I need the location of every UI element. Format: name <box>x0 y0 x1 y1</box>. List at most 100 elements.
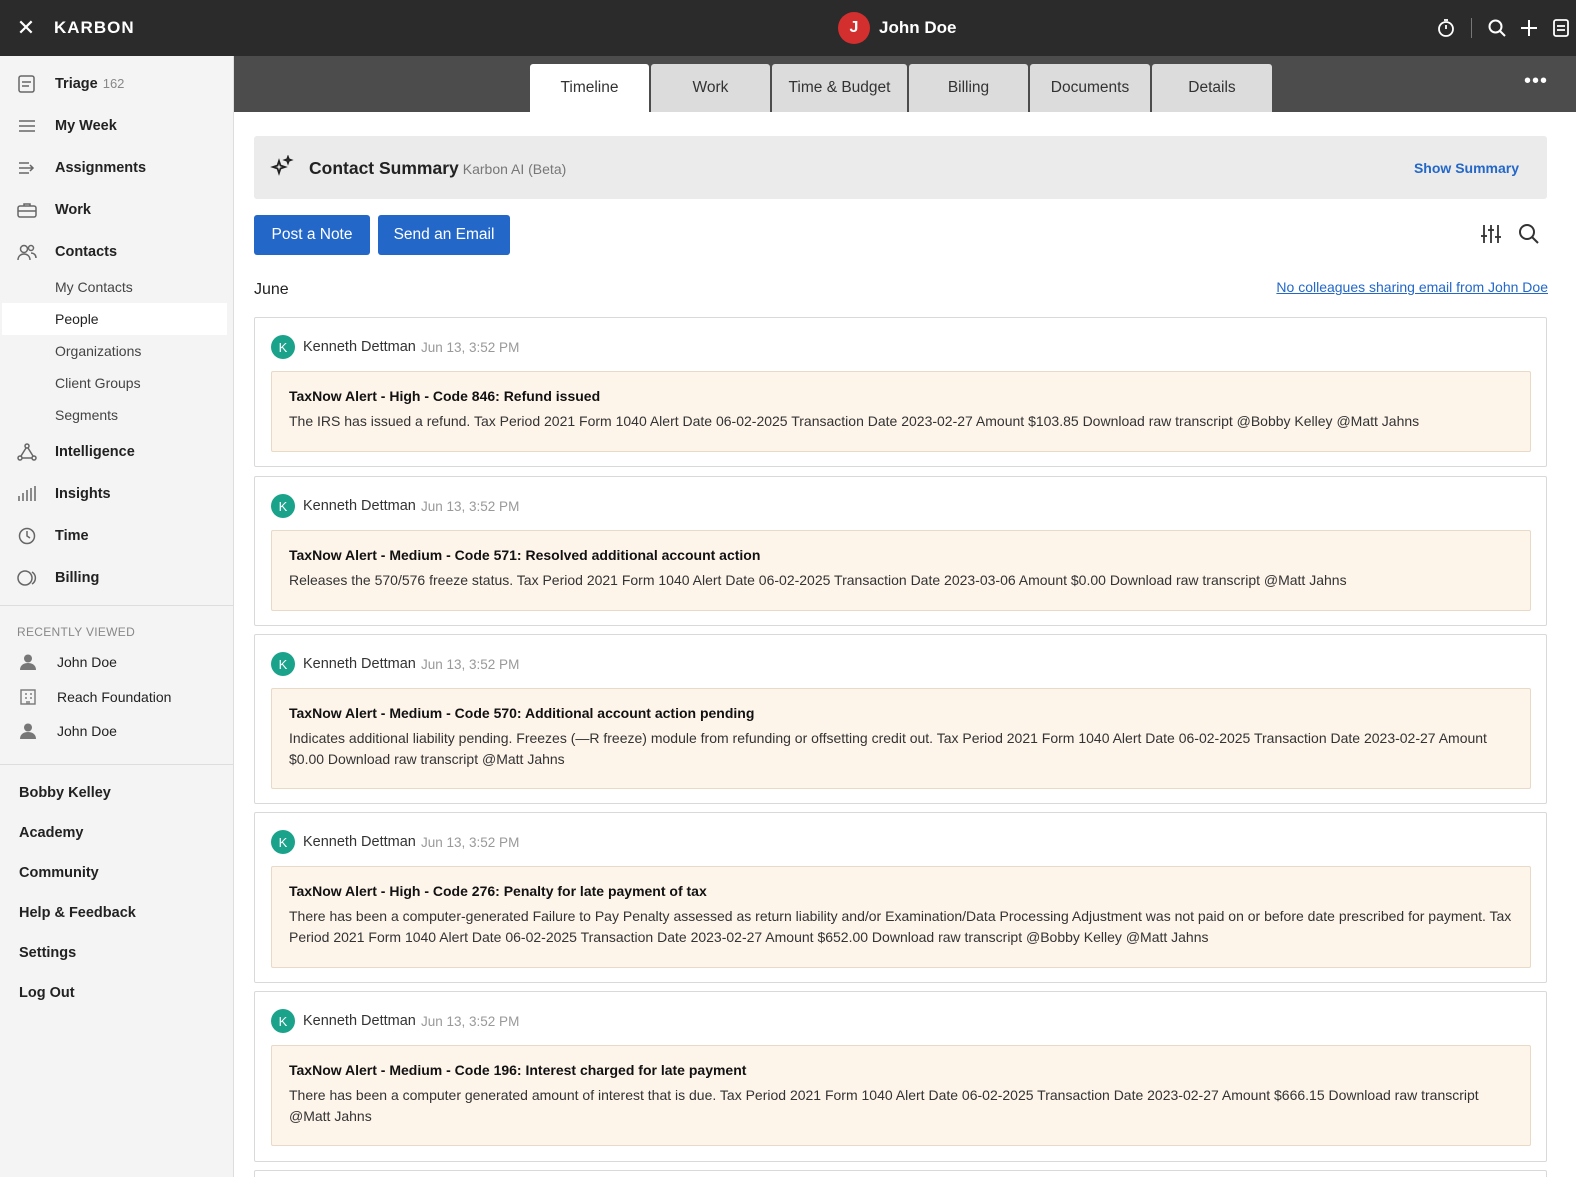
nav-billing[interactable]: Billing <box>0 560 233 596</box>
tab-billing[interactable]: Billing <box>909 64 1028 112</box>
sub-organizations[interactable]: Organizations <box>2 335 227 367</box>
author-avatar: K <box>271 830 295 854</box>
nav-label: My Week <box>55 118 117 134</box>
recent-label: John Doe <box>57 654 117 670</box>
post-note-button[interactable]: Post a Note <box>254 215 370 255</box>
tab-timeline[interactable]: Timeline <box>530 64 649 112</box>
alert-body: The IRS has issued a refund. Tax Period … <box>289 413 1420 429</box>
author-name: Kenneth Dettman <box>303 834 416 850</box>
help-feedback-link[interactable]: Help & Feedback <box>19 905 136 921</box>
briefcase-icon <box>17 203 37 218</box>
tab-work[interactable]: Work <box>651 64 770 112</box>
tab-details[interactable]: Details <box>1152 64 1272 112</box>
nav-triage[interactable]: Triage 162 <box>0 66 233 102</box>
top-bar: ✕ KARBON J John Doe <box>0 0 1576 56</box>
clock-icon <box>18 527 36 545</box>
filter-icon[interactable] <box>1479 222 1503 246</box>
community-link[interactable]: Community <box>19 865 99 881</box>
settings-link[interactable]: Settings <box>19 945 76 961</box>
timestamp: Jun 13, 3:52 PM <box>421 499 520 514</box>
recent-label: John Doe <box>57 723 117 739</box>
nav-intelligence[interactable]: Intelligence <box>0 434 233 470</box>
nav-label: Contacts <box>55 244 118 260</box>
contacts-icon <box>17 244 37 261</box>
alert-body: Indicates additional liability pending. … <box>289 730 1487 767</box>
alert-body: There has been a computer-generated Fail… <box>289 908 1512 945</box>
sub-client-groups[interactable]: Client Groups <box>2 367 227 399</box>
add-icon[interactable] <box>1518 14 1540 42</box>
nav-label: Triage 162 <box>55 76 125 92</box>
sub-segments[interactable]: Segments <box>2 399 227 431</box>
more-options-icon[interactable]: ••• <box>1522 70 1550 98</box>
author-name: Kenneth Dettman <box>303 498 416 514</box>
recent-item[interactable]: Reach Foundation <box>0 681 233 713</box>
nav-assignments[interactable]: Assignments <box>0 150 233 186</box>
author-name: Kenneth Dettman <box>303 656 416 672</box>
timeline-card[interactable]: K Kenneth Dettman Jun 13, 3:52 PM TaxNow… <box>254 317 1547 467</box>
sidebar: Triage 162 My Week Assignments Work Conta… <box>0 56 234 1177</box>
nav-work[interactable]: Work <box>0 192 233 228</box>
timeline-search-icon[interactable] <box>1517 222 1541 246</box>
author-name: Kenneth Dettman <box>303 339 416 355</box>
recent-item[interactable]: John Doe <box>0 715 233 747</box>
alert-title: TaxNow Alert - Medium - Code 571: Resolv… <box>289 547 761 563</box>
timeline-card[interactable]: K Kenneth Dettman Jun 13, 3:52 PM TaxNow… <box>254 812 1547 983</box>
sidebar-divider <box>0 605 234 606</box>
summary-title: Contact Summary Karbon AI (Beta) <box>309 158 567 178</box>
building-icon <box>20 689 36 705</box>
timestamp: Jun 13, 3:52 PM <box>421 1014 520 1029</box>
alert-title: TaxNow Alert - High - Code 846: Refund i… <box>289 388 601 404</box>
alert-title: TaxNow Alert - Medium - Code 570: Additi… <box>289 705 755 721</box>
alert-title: TaxNow Alert - Medium - Code 196: Intere… <box>289 1062 747 1078</box>
logout-link[interactable]: Log Out <box>19 985 75 1001</box>
toolbar-divider <box>1471 18 1472 38</box>
author-avatar: K <box>271 652 295 676</box>
nav-contacts[interactable]: Contacts <box>0 234 233 270</box>
sub-people[interactable]: People <box>2 303 227 335</box>
send-email-button[interactable]: Send an Email <box>378 215 510 255</box>
alert-title: TaxNow Alert - High - Code 276: Penalty … <box>289 883 707 899</box>
show-summary-link[interactable]: Show Summary <box>1414 160 1519 176</box>
close-icon[interactable]: ✕ <box>14 16 38 40</box>
search-icon[interactable] <box>1486 14 1508 42</box>
timeline-card[interactable]: K Kenneth Dettman Jun 13, 3:52 PM TaxNow… <box>254 634 1547 804</box>
timestamp: Jun 13, 3:52 PM <box>421 340 520 355</box>
nav-label: Work <box>55 202 91 218</box>
sub-my-contacts[interactable]: My Contacts <box>2 271 227 303</box>
recent-item[interactable]: John Doe <box>0 646 233 678</box>
notes-icon[interactable] <box>1550 14 1572 42</box>
tab-time-budget[interactable]: Time & Budget <box>772 64 907 112</box>
author-avatar: K <box>271 494 295 518</box>
triage-count: 162 <box>102 76 125 91</box>
nav-label: Intelligence <box>55 444 135 460</box>
timeline-card[interactable]: K Kenneth Dettman Jun 13, 3:52 PM TaxNow… <box>254 991 1547 1162</box>
recent-label: Reach Foundation <box>57 689 172 705</box>
nav-label: Time <box>55 528 89 544</box>
summary-subtitle: Karbon AI (Beta) <box>462 161 567 177</box>
timestamp: Jun 13, 3:52 PM <box>421 657 520 672</box>
current-contact[interactable]: J John Doe <box>838 12 956 44</box>
academy-link[interactable]: Academy <box>19 825 83 841</box>
recently-viewed-title: RECENTLY VIEWED <box>17 625 136 639</box>
alert-body: There has been a computer generated amou… <box>289 1087 1479 1124</box>
no-colleagues-link[interactable]: No colleagues sharing email from John Do… <box>1276 279 1548 295</box>
alert-box: TaxNow Alert - High - Code 276: Penalty … <box>271 866 1531 968</box>
nav-my-week[interactable]: My Week <box>0 108 233 144</box>
person-icon <box>20 723 36 739</box>
timeline-card[interactable]: K Kenneth Dettman Jun 13, 3:52 PM TaxNow… <box>254 476 1547 626</box>
person-icon <box>20 654 36 670</box>
sparkle-icon <box>270 155 294 176</box>
nav-time[interactable]: Time <box>0 518 233 554</box>
tab-bar: Timeline Work Time & Budget Billing Docu… <box>234 56 1576 112</box>
alert-box: TaxNow Alert - Medium - Code 571: Resolv… <box>271 530 1531 611</box>
author-avatar: K <box>271 1009 295 1033</box>
tab-documents[interactable]: Documents <box>1030 64 1150 112</box>
nav-label: Assignments <box>55 160 147 176</box>
timer-icon[interactable] <box>1435 14 1457 42</box>
contact-avatar: J <box>838 12 870 44</box>
nav-insights[interactable]: Insights <box>0 476 233 512</box>
user-profile-link[interactable]: Bobby Kelley <box>19 785 111 801</box>
billing-icon <box>17 570 37 586</box>
alert-box: TaxNow Alert - Medium - Code 570: Additi… <box>271 688 1531 789</box>
sidebar-divider <box>0 764 234 765</box>
